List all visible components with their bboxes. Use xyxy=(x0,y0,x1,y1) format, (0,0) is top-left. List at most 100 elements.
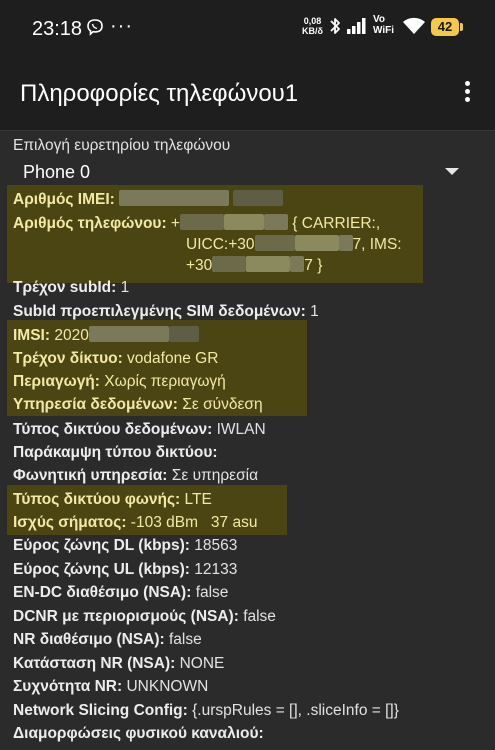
roaming-label: Περιαγωγή: xyxy=(13,373,100,390)
voice-net-type-row: Τύπος δικτύου φωνής: LTE xyxy=(13,490,212,510)
signal-value: -103 dBm 37 asu xyxy=(130,514,258,531)
phys-channel-row: Διαμορφώσεις φυσικού καναλιού: xyxy=(13,724,264,744)
phone-number-part: + xyxy=(170,215,180,232)
endc-value: false xyxy=(195,584,229,601)
override-row: Παράκαμψη τύπου δικτύου: xyxy=(13,443,218,463)
nr-frequency-row: Συχνότητα NR: UNKNOWN xyxy=(13,677,208,697)
nr-state-value: NONE xyxy=(179,655,225,672)
nr-frequency-label: Συχνότητα NR: xyxy=(13,678,123,695)
imsi-value: 2020 xyxy=(54,327,89,344)
vowifi-indicator: Vo WiFi xyxy=(373,14,394,36)
sub-id-value: 1 xyxy=(120,279,130,296)
endc-label: EN-DC διαθέσιμο (NSA): xyxy=(13,584,192,601)
data-service-label: Υπηρεσία δεδομένων: xyxy=(13,396,178,413)
data-net-type-label: Τύπος δικτύου δεδομένων: xyxy=(13,421,213,438)
data-net-type-row: Τύπος δικτύου δεδομένων: IWLAN xyxy=(13,420,266,440)
roaming-value: Χωρίς περιαγωγή xyxy=(104,373,226,390)
redaction xyxy=(294,235,339,251)
bluetooth-icon xyxy=(328,15,342,42)
phone-index-dropdown[interactable]: Phone 0 xyxy=(13,160,475,186)
phone-number-row: Αριθμός τηλεφώνου: + { CARRIER:, xyxy=(13,214,380,234)
ul-bandwidth-label: Εύρος ζώνης UL (kbps): xyxy=(13,561,190,578)
imei-label: Αριθμός IMEI: xyxy=(13,191,115,208)
network-row: Τρέχον δίκτυο: vodafone GR xyxy=(13,349,218,369)
voice-service-row: Φωνητική υπηρεσία: Σε υπηρεσία xyxy=(13,466,258,486)
voice-service-value: Σε υπηρεσία xyxy=(171,467,259,484)
dl-bandwidth-value: 18563 xyxy=(194,537,238,554)
phone-index-selected: Phone 0 xyxy=(23,162,91,182)
wifi-icon xyxy=(402,16,426,41)
network-slicing-value: {.urspRules = [], .sliceInfo = []} xyxy=(192,702,399,719)
ul-bandwidth-value: 12133 xyxy=(194,561,238,578)
phone-number-part: UICC:+30 xyxy=(186,236,255,253)
voice-service-label: Φωνητική υπηρεσία: xyxy=(13,467,168,484)
redaction xyxy=(88,326,169,342)
sub-id-label: Τρέχον subId: xyxy=(13,279,117,296)
dropdown-arrow-icon xyxy=(445,168,459,175)
nr-frequency-value: UNKNOWN xyxy=(126,678,209,695)
redaction xyxy=(246,256,291,272)
battery-icon: 42 xyxy=(431,18,463,36)
phone-number-line3: +30 7 } xyxy=(186,256,322,276)
redaction xyxy=(179,214,224,230)
viber-icon xyxy=(86,18,104,41)
default-sub-value: 1 xyxy=(310,303,319,320)
phys-channel-label: Διαμορφώσεις φυσικού καναλιού: xyxy=(13,725,264,742)
redaction xyxy=(119,190,230,206)
phone-number-line2: UICC:+30 7, IMS: xyxy=(186,235,402,255)
vowifi-top: Vo xyxy=(373,14,386,25)
signal-label: Ισχύς σήματος: xyxy=(13,514,127,531)
phone-number-label: Αριθμός τηλεφώνου: xyxy=(13,215,167,232)
speed-unit: KB/δ xyxy=(302,26,323,36)
signal-icon xyxy=(346,17,368,40)
nr-state-row: Κατάσταση NR (NSA): NONE xyxy=(13,654,224,674)
more-notifications-icon: ··· xyxy=(110,15,133,37)
network-value: vodafone GR xyxy=(127,350,219,367)
redaction xyxy=(338,235,353,251)
imsi-label: IMSI: xyxy=(13,327,51,344)
network-speed: 0,08 KB/δ xyxy=(302,16,323,36)
default-sub-label: SubId προεπιλεγμένης SIM δεδομένων: xyxy=(13,303,306,320)
dl-bandwidth-row: Εύρος ζώνης DL (kbps): 18563 xyxy=(13,536,237,556)
nr-available-label: NR διαθέσιμο (NSA): xyxy=(13,631,165,648)
nr-available-value: false xyxy=(169,631,202,648)
imsi-row: IMSI: 2020 xyxy=(13,326,199,346)
phone-number-part: 7 } xyxy=(304,257,323,274)
signal-row: Ισχύς σήματος: -103 dBm 37 asu xyxy=(13,513,257,533)
redaction xyxy=(263,214,288,230)
phone-number-part: 7, IMS: xyxy=(352,236,402,253)
network-slicing-label: Network Slicing Config: xyxy=(13,702,188,719)
default-sub-row: SubId προεπιλεγμένης SIM δεδομένων: 1 xyxy=(13,302,319,322)
phone-info-content[interactable]: Επιλογή ευρετηρίου τηλεφώνου Phone 0 Αρι… xyxy=(0,130,495,750)
phone-number-part: { CARRIER:, xyxy=(287,215,381,232)
phone-number-part: +30 xyxy=(186,257,213,274)
dl-bandwidth-label: Εύρος ζώνης DL (kbps): xyxy=(13,537,190,554)
redaction xyxy=(223,214,264,230)
network-label: Τρέχον δίκτυο: xyxy=(13,350,123,367)
app-bar: Πληροφορίες τηλεφώνου1 xyxy=(0,58,495,131)
speed-value: 0,08 xyxy=(303,16,322,26)
data-net-type-value: IWLAN xyxy=(216,421,266,438)
status-bar: 23:18 ··· 0,08 KB/δ Vo WiFi 42 xyxy=(0,0,495,58)
page-title: Πληροφορίες τηλεφώνου1 xyxy=(20,80,299,107)
roaming-row: Περιαγωγή: Χωρίς περιαγωγή xyxy=(13,372,226,392)
nr-state-label: Κατάσταση NR (NSA): xyxy=(13,655,176,672)
redaction xyxy=(233,190,284,206)
redaction xyxy=(254,235,295,251)
voice-net-type-value: LTE xyxy=(184,491,212,508)
clock: 23:18 xyxy=(32,18,83,40)
redaction xyxy=(168,326,199,342)
nr-available-row: NR διαθέσιμο (NSA): false xyxy=(13,630,202,650)
redaction xyxy=(212,256,247,272)
phone-index-label: Επιλογή ευρετηρίου τηλεφώνου xyxy=(13,137,231,154)
ul-bandwidth-row: Εύρος ζώνης UL (kbps): 12133 xyxy=(13,560,237,580)
endc-row: EN-DC διαθέσιμο (NSA): false xyxy=(13,583,228,603)
dcnr-label: DCNR με περιορισμούς (NSA): xyxy=(13,608,239,625)
network-slicing-row: Network Slicing Config: {.urspRules = []… xyxy=(13,701,399,721)
imei-row: Αριθμός IMEI: xyxy=(13,190,284,210)
battery-level: 42 xyxy=(437,19,453,34)
data-service-value: Σε σύνδεση xyxy=(182,396,263,413)
dcnr-row: DCNR με περιορισμούς (NSA): false xyxy=(13,607,276,627)
voice-net-type-label: Τύπος δικτύου φωνής: xyxy=(13,491,181,508)
overflow-menu-icon[interactable] xyxy=(456,78,478,108)
